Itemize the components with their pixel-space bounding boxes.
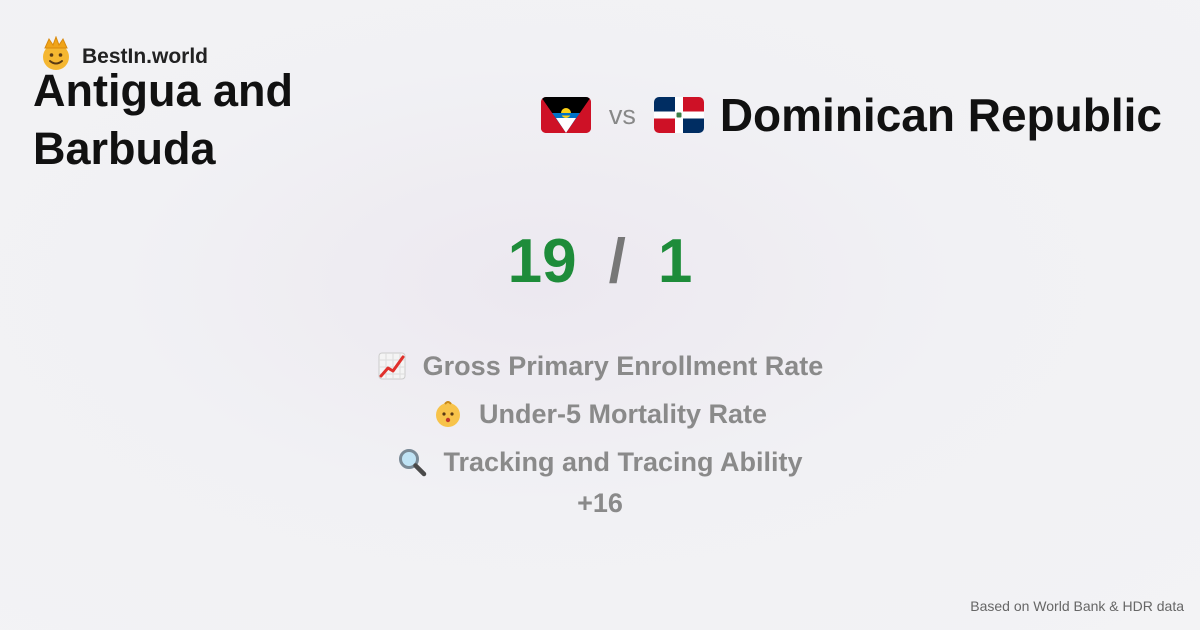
metric-item: Tracking and Tracing Ability xyxy=(0,438,1200,486)
metric-item: Under-5 Mortality Rate xyxy=(0,390,1200,438)
score-separator: / xyxy=(608,227,626,296)
vs-label: vs xyxy=(608,99,636,130)
data-source-note: Based on World Bank & HDR data xyxy=(970,598,1184,614)
antigua-flag-icon xyxy=(540,97,591,133)
more-metrics-count[interactable]: +16 xyxy=(0,488,1200,519)
brand[interactable]: BestIn.world xyxy=(38,35,209,72)
brand-name: BestIn.world xyxy=(82,45,209,68)
score: 19 / 1 xyxy=(0,222,1200,302)
magnifying-glass-icon xyxy=(397,447,427,477)
crown-face-icon xyxy=(38,35,74,72)
metric-item: Gross Primary Enrollment Rate xyxy=(0,342,1200,390)
metric-label: Tracking and Tracing Ability xyxy=(443,446,803,477)
metric-label: Gross Primary Enrollment Rate xyxy=(422,350,824,381)
chart-increasing-icon xyxy=(377,351,407,381)
dominican-republic-flag-icon xyxy=(653,97,704,133)
left-country-name: Antigua and Barbuda xyxy=(33,65,293,174)
right-country-name: Dominican Republic xyxy=(719,89,1162,141)
comparison-header: vs Dominican Republic xyxy=(540,88,1162,142)
score-right: 1 xyxy=(657,227,693,296)
metric-label: Under-5 Mortality Rate xyxy=(478,398,768,429)
score-left: 19 xyxy=(507,227,577,296)
baby-face-icon xyxy=(433,399,463,429)
metrics-list: Gross Primary Enrollment Rate Under-5 Mo… xyxy=(0,342,1200,519)
